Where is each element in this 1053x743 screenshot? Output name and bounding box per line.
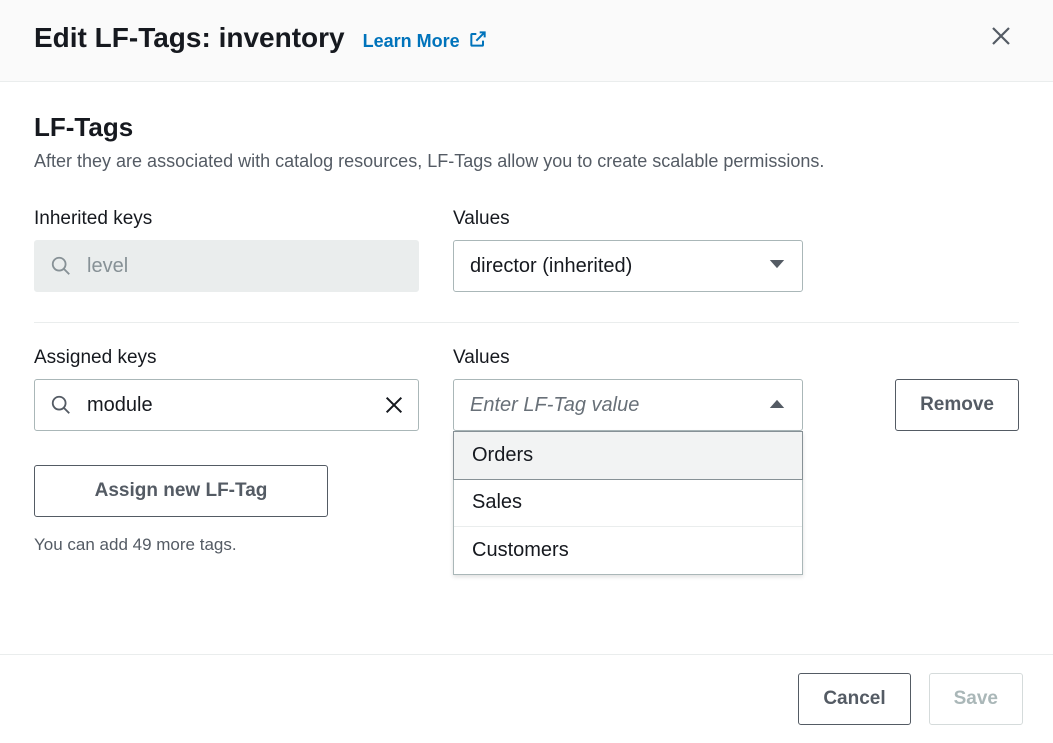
assigned-value-select[interactable]: Enter LF-Tag value	[453, 379, 803, 431]
caret-up-icon	[768, 394, 786, 417]
inherited-value-select[interactable]: director (inherited)	[453, 240, 803, 292]
assigned-value-placeholder: Enter LF-Tag value	[470, 394, 639, 417]
section-description: After they are associated with catalog r…	[34, 151, 1019, 172]
inherited-row: Inherited keys Values director (inherite…	[34, 208, 1019, 292]
learn-more-label: Learn More	[363, 31, 460, 52]
close-button[interactable]	[983, 18, 1019, 57]
dialog-header: Edit LF-Tags: inventory Learn More	[0, 0, 1053, 82]
inherited-values-label: Values	[453, 208, 803, 230]
dialog-title: Edit LF-Tags: inventory	[34, 22, 345, 54]
assign-new-tag-button[interactable]: Assign new LF-Tag	[34, 465, 328, 517]
dropdown-option[interactable]: Customers	[454, 527, 802, 574]
save-button[interactable]: Save	[929, 673, 1023, 725]
value-dropdown: Orders Sales Customers	[453, 431, 803, 575]
section-title: LF-Tags	[34, 112, 1019, 143]
assigned-values-label: Values	[453, 347, 803, 369]
dropdown-option[interactable]: Sales	[454, 479, 802, 527]
assigned-row: Assigned keys Values Enter LF-Tag value	[34, 347, 1019, 431]
external-link-icon	[468, 29, 488, 54]
dialog-footer: Cancel Save	[0, 654, 1053, 743]
learn-more-link[interactable]: Learn More	[363, 29, 488, 54]
inherited-value-selected: director (inherited)	[470, 255, 632, 278]
cancel-button[interactable]: Cancel	[798, 673, 910, 725]
inherited-keys-label: Inherited keys	[34, 208, 419, 230]
close-icon	[989, 36, 1013, 51]
assigned-key-input[interactable]	[34, 379, 419, 431]
divider	[34, 322, 1019, 323]
inherited-key-input	[34, 240, 419, 292]
caret-down-icon	[768, 255, 786, 278]
dropdown-option[interactable]: Orders	[453, 431, 803, 480]
remove-button[interactable]: Remove	[895, 379, 1019, 431]
assigned-keys-label: Assigned keys	[34, 347, 419, 369]
